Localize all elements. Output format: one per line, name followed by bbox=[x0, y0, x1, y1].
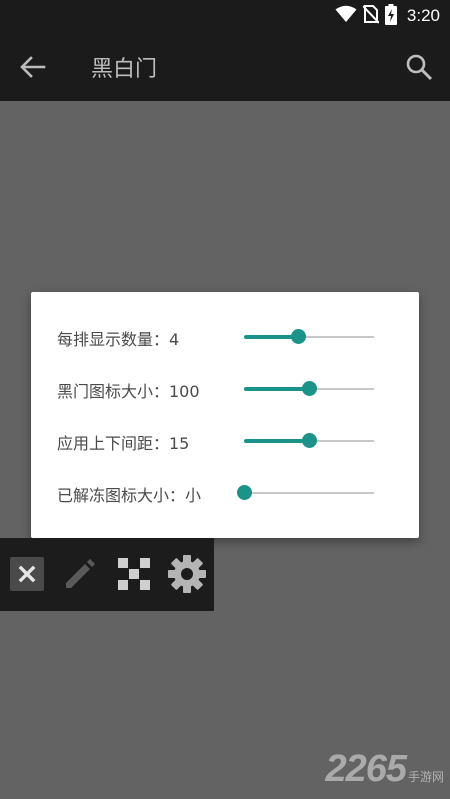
per-row-count-slider[interactable] bbox=[244, 324, 374, 350]
setting-label: 应用上下间距：15 bbox=[57, 434, 190, 453]
slider-thumb[interactable] bbox=[291, 329, 307, 344]
search-button[interactable] bbox=[404, 52, 434, 82]
slider-track bbox=[244, 492, 374, 494]
edit-button[interactable] bbox=[62, 556, 98, 592]
wifi-icon bbox=[335, 5, 357, 27]
unfrozen-icon-size-slider[interactable] bbox=[236, 480, 374, 506]
settings-dialog: 每排显示数量：4 黑门图标大小：100 应用上下间距：15 已解冻图标大小：小 bbox=[31, 292, 419, 538]
setting-label: 每排显示数量：4 bbox=[57, 330, 180, 349]
invert-button[interactable] bbox=[116, 556, 152, 592]
setting-row-icon-size: 黑门图标大小：100 bbox=[31, 374, 419, 404]
close-icon bbox=[10, 565, 44, 595]
slider-fill bbox=[244, 387, 309, 391]
arrow-back-icon bbox=[18, 56, 48, 85]
icon-size-slider[interactable] bbox=[244, 376, 374, 402]
no-sim-icon bbox=[362, 4, 380, 28]
status-bar: 3:20 bbox=[0, 0, 450, 33]
checkerboard-icon bbox=[116, 558, 152, 596]
slider-fill bbox=[244, 439, 309, 443]
close-button[interactable] bbox=[10, 557, 44, 591]
setting-label: 黑门图标大小：100 bbox=[57, 382, 200, 401]
search-icon bbox=[404, 54, 434, 86]
gear-icon bbox=[166, 555, 208, 599]
setting-row-unfrozen-icon-size: 已解冻图标大小：小 bbox=[31, 478, 419, 508]
slider-thumb[interactable] bbox=[301, 433, 317, 448]
setting-label: 已解冻图标大小：小 bbox=[57, 486, 202, 505]
floating-toolbar bbox=[0, 538, 214, 611]
watermark-brand: 2265 bbox=[325, 748, 407, 790]
settings-button[interactable] bbox=[166, 553, 208, 595]
status-time: 3:20 bbox=[406, 6, 440, 25]
page-title: 黑白门 bbox=[91, 57, 158, 82]
app-bar: 黑白门 bbox=[0, 33, 450, 101]
slider-thumb[interactable] bbox=[236, 485, 252, 500]
setting-row-per-row-count: 每排显示数量：4 bbox=[31, 322, 419, 352]
watermark-sub: 手游网 bbox=[407, 770, 444, 784]
battery-charging-icon bbox=[384, 3, 397, 29]
app-spacing-slider[interactable] bbox=[244, 428, 374, 454]
pencil-icon bbox=[62, 559, 98, 596]
setting-row-app-spacing: 应用上下间距：15 bbox=[31, 426, 419, 456]
status-icons: 3:20 bbox=[335, 3, 440, 29]
back-button[interactable] bbox=[18, 53, 48, 81]
watermark-logo: 2265 手游网 bbox=[325, 748, 444, 791]
slider-thumb[interactable] bbox=[301, 381, 317, 396]
